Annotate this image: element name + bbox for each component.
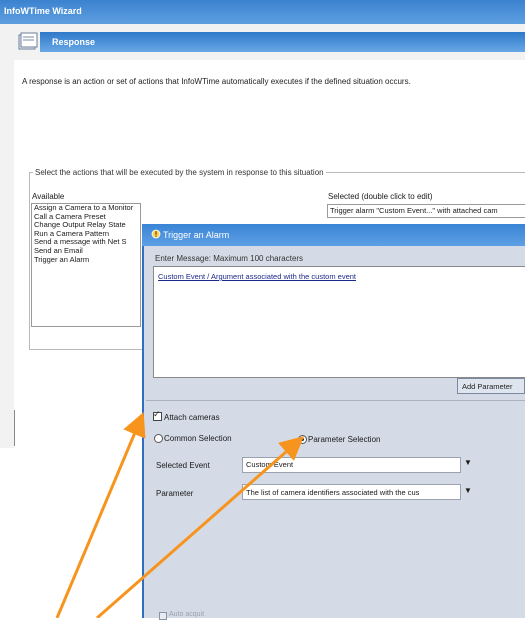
parameter-value: The list of camera identifiers associate… [246, 488, 420, 497]
add-parameter-button[interactable]: Add Parameter [457, 378, 525, 394]
wizard-page-icon [18, 32, 38, 50]
wizard-title: InfoWTime Wizard [4, 6, 82, 16]
list-item[interactable]: Trigger alarm "Custom Event..." with att… [328, 205, 525, 217]
radio-selected-dot [301, 438, 304, 441]
attach-cameras-label: Attach cameras [164, 413, 220, 422]
message-text: Custom Event / Argument associated with … [158, 272, 357, 281]
list-item[interactable]: Trigger an Alarm [32, 255, 140, 265]
selected-event-value: Custom Event [246, 460, 294, 469]
common-selection-radio[interactable] [154, 434, 163, 443]
wizard-page-title: Response [52, 37, 96, 47]
available-list[interactable]: Assign a Camera to a Monitor Call a Came… [31, 203, 141, 327]
auto-acquit-label: Auto acquit [169, 611, 205, 618]
selected-event-label: Selected Event [156, 461, 210, 470]
checkmark-icon: ✓ [153, 409, 161, 419]
message-label: Enter Message: Maximum 100 characters [155, 254, 304, 263]
auto-acquit-checkbox[interactable] [159, 612, 167, 620]
wizard-edge [14, 410, 15, 446]
dialog-title: Trigger an Alarm [163, 230, 230, 240]
wizard-description: A response is an action or set of action… [22, 77, 411, 86]
chevron-down-icon[interactable]: ▼ [464, 458, 472, 467]
wizard-header-bar [40, 32, 525, 52]
selected-label: Selected (double click to edit) [328, 192, 433, 201]
chevron-down-icon[interactable]: ▼ [464, 486, 472, 495]
common-selection-label: Common Selection [164, 434, 232, 443]
message-textarea[interactable] [153, 266, 525, 378]
dialog-divider [146, 400, 525, 401]
actions-group-caption: Select the actions that will be executed… [33, 168, 326, 177]
parameter-label: Parameter [156, 489, 194, 498]
available-label: Available [32, 192, 65, 201]
parameter-selection-label: Parameter Selection [308, 435, 381, 444]
selected-list[interactable]: Trigger alarm "Custom Event..." with att… [327, 204, 525, 218]
annotation-arrow [55, 411, 146, 618]
alarm-icon [151, 229, 161, 239]
